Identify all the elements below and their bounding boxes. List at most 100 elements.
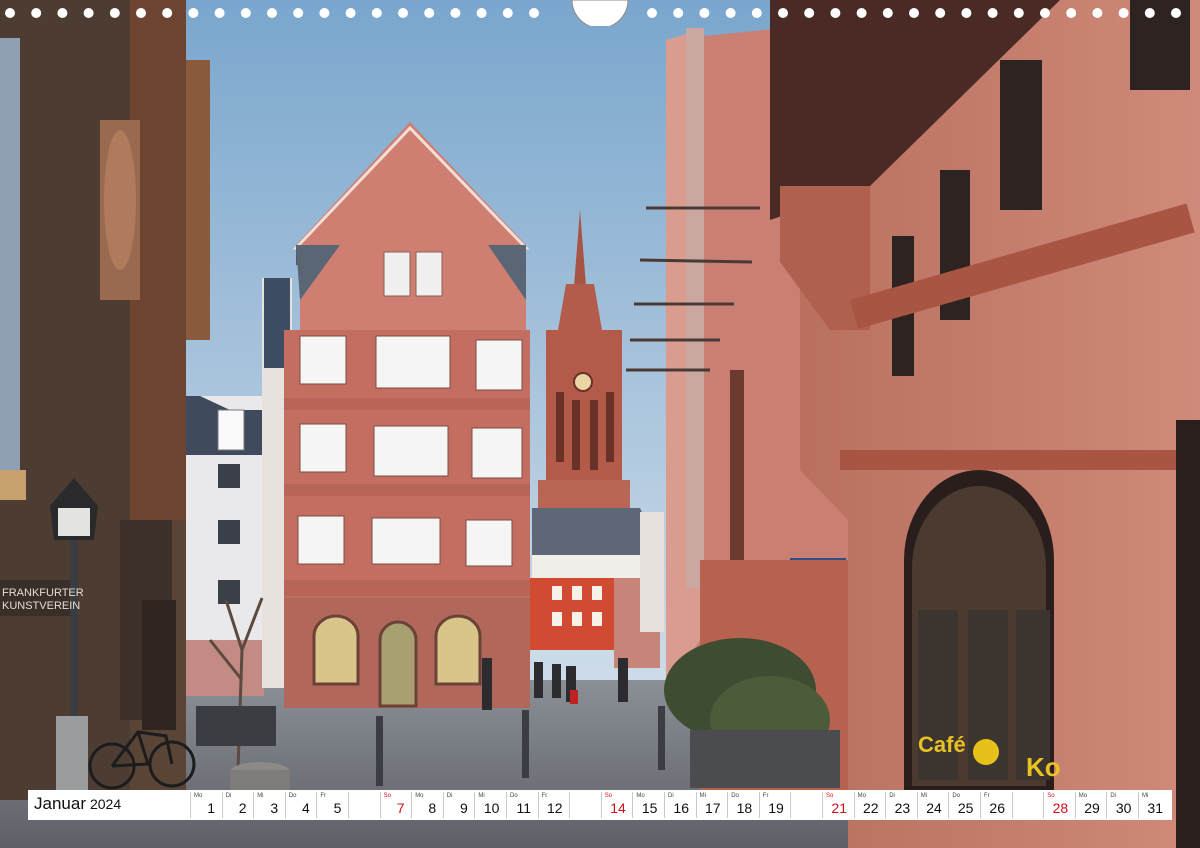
weekday-label: Di — [225, 793, 232, 799]
binding-hole — [699, 8, 710, 18]
calendar-photo: Café Ko FRANKFURTER KUNSTVEREIN — [0, 0, 1200, 848]
day-number: 11 — [516, 800, 531, 816]
binding-hole — [778, 8, 788, 18]
month-label: Januar 2024 — [34, 794, 121, 814]
day-number: 24 — [926, 800, 942, 816]
weekday-label: Di — [668, 793, 674, 799]
weekday-label: Do — [510, 793, 518, 799]
day-number: 10 — [483, 800, 500, 816]
binding-hole — [450, 8, 461, 18]
weekday-label: Mo — [636, 793, 645, 799]
binding-hole — [293, 8, 304, 18]
day-number: 12 — [547, 800, 563, 816]
calendar-day: Mo 1 — [190, 792, 218, 818]
calendar-day: Di 30 — [1106, 792, 1134, 818]
calendar-strip: Januar 2024 Mo 1 Di 2 Mi 3 Do 4 Fr 5 So 7 Mo 8 Di 9 Mi 10 D… — [28, 790, 1172, 820]
calendar-day: Mi 24 — [916, 792, 945, 818]
binding-hole — [1171, 8, 1181, 18]
weekday-label: So — [604, 793, 613, 799]
left-building — [0, 0, 210, 800]
calendar-day: Do 18 — [727, 792, 755, 818]
binding-hole — [909, 8, 919, 18]
binding-hole — [214, 8, 225, 18]
weekday-label: Mo — [857, 793, 866, 799]
weekday-label: Do — [288, 793, 297, 799]
bollard — [658, 706, 665, 770]
day-number: 1 — [207, 800, 215, 816]
binding-hole — [345, 8, 356, 18]
binding-hole — [476, 8, 487, 18]
day-number: 18 — [736, 800, 753, 816]
day-number: 29 — [1084, 800, 1100, 816]
binding-hole — [673, 8, 684, 18]
binding-hole — [935, 8, 946, 18]
binding-hole — [1118, 8, 1129, 18]
weekday-label: Mo — [1078, 793, 1088, 799]
spiral-binding — [5, 0, 1181, 26]
sign-text: KUNSTVEREIN — [2, 600, 80, 612]
binding-hole — [725, 8, 736, 18]
binding-hole — [987, 8, 998, 18]
weekday-label: Fr — [320, 793, 327, 799]
binding-hole — [1040, 8, 1050, 18]
calendar-day — [569, 792, 597, 818]
day-number: 23 — [894, 800, 911, 816]
binding-hole — [1066, 8, 1077, 18]
calendar-day: So 14 — [600, 792, 629, 818]
weekday-label: Di — [889, 793, 895, 799]
binding-hole — [267, 8, 277, 18]
weekday-label: Mo — [194, 793, 203, 799]
weekday-label: Mi — [1142, 793, 1149, 799]
calendar-day — [1011, 792, 1040, 818]
day-number: 21 — [831, 800, 847, 816]
calendar-day: Do 25 — [948, 792, 976, 818]
weekday-label: So — [826, 793, 834, 799]
day-number: 7 — [396, 800, 405, 816]
binding-hole — [424, 8, 435, 18]
binding-hole — [240, 8, 251, 18]
day-number: 28 — [1052, 800, 1069, 816]
white-building — [186, 396, 264, 696]
binding-hole — [751, 8, 762, 18]
hanger-cutout — [571, 0, 629, 26]
calendar-day: Di 16 — [664, 792, 692, 818]
weekday-label: Mo — [415, 793, 424, 799]
day-number: 8 — [428, 800, 437, 816]
weekday-label: Do — [731, 793, 739, 799]
binding-hole — [371, 8, 382, 18]
day-number: 30 — [1115, 800, 1132, 816]
binding-hole — [5, 8, 15, 18]
cafe-lettering-2: Ko — [1026, 752, 1061, 782]
calendar-day: Mi 3 — [253, 792, 281, 818]
binding-hole — [529, 8, 539, 18]
calendar-day: Mo 29 — [1074, 792, 1103, 818]
binding-hole — [647, 8, 657, 18]
day-number: 25 — [957, 800, 974, 816]
weekday-label: Fr — [541, 793, 548, 799]
weekday-label: Mi — [257, 793, 264, 799]
binding-hole — [31, 8, 42, 18]
calendar-day: Mi 17 — [695, 792, 724, 818]
binding-hole — [1144, 8, 1155, 18]
binding-hole — [57, 8, 68, 18]
calendar-day: Fr 19 — [758, 792, 787, 818]
calendar-day: Mi 31 — [1138, 792, 1166, 818]
calendar-day: Mo 8 — [411, 792, 439, 818]
middle-houses — [530, 508, 664, 668]
weekday-label: Di — [446, 793, 453, 799]
binding-hole — [856, 8, 867, 18]
weekday-label: Mi — [478, 793, 485, 799]
sign-text: FRANKFURTER — [2, 587, 84, 599]
calendar-day: Mi 10 — [474, 792, 502, 818]
weekday-label: Di — [1110, 793, 1117, 799]
weekday-label: Fr — [984, 793, 990, 799]
weekday-label: Do — [952, 793, 961, 799]
day-number: 17 — [705, 800, 721, 816]
day-number: 2 — [238, 800, 247, 816]
day-number: 9 — [460, 800, 468, 816]
year-label: 2024 — [89, 796, 122, 812]
day-number: 14 — [610, 800, 626, 816]
calendar-day: So 7 — [379, 792, 408, 818]
calendar-day — [348, 792, 376, 818]
day-number: 4 — [302, 800, 310, 816]
